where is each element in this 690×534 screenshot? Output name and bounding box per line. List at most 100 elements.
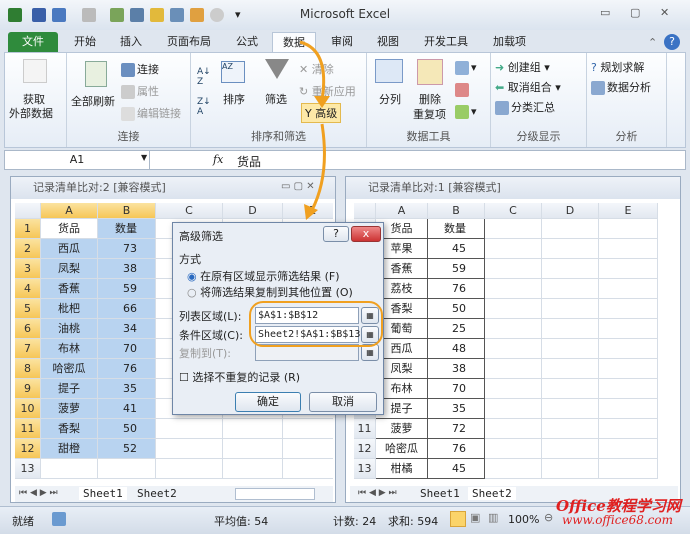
text-to-columns-button[interactable]: 分列 xyxy=(379,91,401,107)
reapply-button[interactable]: ↻ 重新应用 xyxy=(299,83,356,99)
cell[interactable] xyxy=(156,419,223,439)
cell[interactable] xyxy=(485,419,542,439)
close-button[interactable]: x xyxy=(351,226,381,242)
sort-button[interactable]: 排序 xyxy=(223,91,245,107)
column-header[interactable]: A xyxy=(41,203,98,219)
column-header[interactable]: D xyxy=(223,203,283,219)
get-external-label[interactable]: 外部数据 xyxy=(9,105,53,121)
help-icon[interactable]: ? xyxy=(664,34,680,50)
cell[interactable] xyxy=(599,419,658,439)
row-header[interactable]: 10 xyxy=(15,399,41,419)
normal-view-icon[interactable] xyxy=(450,511,466,527)
ok-button[interactable]: 确定 xyxy=(235,392,301,412)
row-header[interactable]: 11 xyxy=(354,419,376,439)
cell[interactable] xyxy=(41,459,98,479)
collapse-dialog-icon[interactable]: ▦ xyxy=(361,307,379,324)
cell[interactable] xyxy=(156,459,223,479)
column-header[interactable]: C xyxy=(156,203,223,219)
ungroup-button[interactable]: ⬅ 取消组合 ▾ xyxy=(495,79,561,95)
cell[interactable] xyxy=(485,359,542,379)
spreadsheet-grid[interactable]: ABCDE1货品数量2苹果453香蕉594荔枝765香梨506葡萄257西瓜48… xyxy=(354,203,678,487)
collapse-ribbon-icon[interactable]: ⌃ xyxy=(648,36,657,49)
cell[interactable] xyxy=(599,339,658,359)
data-analysis-button[interactable]: 数据分析 xyxy=(591,79,651,95)
tab-formulas[interactable]: 公式 xyxy=(230,32,264,52)
cell[interactable]: 香蕉 xyxy=(41,279,98,299)
cell[interactable]: 枇杷 xyxy=(41,299,98,319)
cell[interactable]: 35 xyxy=(98,379,156,399)
cell[interactable]: 哈密瓜 xyxy=(376,439,428,459)
cell[interactable]: 45 xyxy=(428,239,485,259)
select-all-corner[interactable] xyxy=(354,203,376,219)
sheet-tab-sheet1[interactable]: Sheet1 xyxy=(79,487,127,500)
cell[interactable] xyxy=(542,419,599,439)
cell[interactable] xyxy=(542,339,599,359)
page-layout-view-icon[interactable]: ▣ xyxy=(470,511,480,524)
tab-file[interactable]: 文件 xyxy=(8,32,58,52)
sheet-nav-icons[interactable]: ⏮ ◀ ▶ ⏭ xyxy=(358,488,397,498)
refresh-all-button[interactable]: 全部刷新 xyxy=(71,93,115,109)
edit-links-button[interactable]: 编辑链接 xyxy=(121,105,181,121)
cell[interactable]: 50 xyxy=(98,419,156,439)
collapse-dialog-icon[interactable]: ▦ xyxy=(361,344,379,361)
subtotal-button[interactable]: 分类汇总 xyxy=(495,99,555,115)
cell[interactable] xyxy=(485,439,542,459)
cell[interactable] xyxy=(223,419,283,439)
cell[interactable]: 菠萝 xyxy=(376,419,428,439)
cell[interactable] xyxy=(542,399,599,419)
cell[interactable] xyxy=(542,319,599,339)
sort-asc-icon[interactable]: A↓ Z xyxy=(197,67,211,87)
cell[interactable]: 甜橙 xyxy=(41,439,98,459)
row-header[interactable]: 2 xyxy=(15,239,41,259)
cell[interactable] xyxy=(485,239,542,259)
page-break-view-icon[interactable]: ▥ xyxy=(488,511,498,524)
sheet-tab-sheet1[interactable]: Sheet1 xyxy=(416,487,464,500)
cell[interactable] xyxy=(599,439,658,459)
close-icon[interactable]: ✕ xyxy=(660,6,669,19)
cell[interactable] xyxy=(98,459,156,479)
cell[interactable]: 73 xyxy=(98,239,156,259)
cell[interactable]: 25 xyxy=(428,319,485,339)
cell[interactable] xyxy=(223,439,283,459)
cell[interactable]: 35 xyxy=(428,399,485,419)
cell[interactable]: 59 xyxy=(428,259,485,279)
copy-to-input[interactable] xyxy=(255,344,359,361)
zoom-out-icon[interactable]: ⊖ xyxy=(544,511,553,524)
connections-button[interactable]: 连接 xyxy=(121,61,159,77)
cell[interactable]: 西瓜 xyxy=(41,239,98,259)
cell[interactable] xyxy=(283,419,333,439)
formula-input[interactable]: 货品 xyxy=(237,153,261,170)
row-header[interactable]: 12 xyxy=(354,439,376,459)
cell[interactable]: 70 xyxy=(98,339,156,359)
radio-in-place[interactable]: ◉ 在原有区域显示筛选结果 (F) xyxy=(187,268,340,284)
cell[interactable] xyxy=(599,459,658,479)
cell[interactable]: 76 xyxy=(98,359,156,379)
cell[interactable] xyxy=(599,219,658,239)
cell[interactable] xyxy=(283,439,333,459)
cell[interactable]: 油桃 xyxy=(41,319,98,339)
cell[interactable] xyxy=(485,319,542,339)
row-header[interactable]: 7 xyxy=(15,339,41,359)
cell[interactable]: 70 xyxy=(428,379,485,399)
tab-home[interactable]: 开始 xyxy=(68,32,102,52)
column-header[interactable]: B xyxy=(98,203,156,219)
cell[interactable] xyxy=(485,259,542,279)
cell[interactable]: 48 xyxy=(428,339,485,359)
row-header[interactable]: 3 xyxy=(15,259,41,279)
cell[interactable]: 34 xyxy=(98,319,156,339)
cell[interactable] xyxy=(599,379,658,399)
tab-developer[interactable]: 开发工具 xyxy=(418,32,474,52)
cell[interactable] xyxy=(485,219,542,239)
minimize-icon[interactable]: ▭ xyxy=(600,6,610,19)
cell[interactable]: 72 xyxy=(428,419,485,439)
tab-view[interactable]: 视图 xyxy=(371,32,405,52)
cell[interactable] xyxy=(485,399,542,419)
tab-addins[interactable]: 加载项 xyxy=(487,32,532,52)
advanced-filter-button[interactable]: Y 高级 xyxy=(301,103,342,123)
filter-button[interactable]: 筛选 xyxy=(265,91,287,107)
column-header[interactable]: A xyxy=(376,203,428,219)
group-button[interactable]: ➜ 创建组 ▾ xyxy=(495,59,550,75)
cell[interactable]: 76 xyxy=(428,279,485,299)
help-button[interactable]: ? xyxy=(323,226,349,242)
maximize-icon[interactable]: ▢ xyxy=(630,6,640,19)
